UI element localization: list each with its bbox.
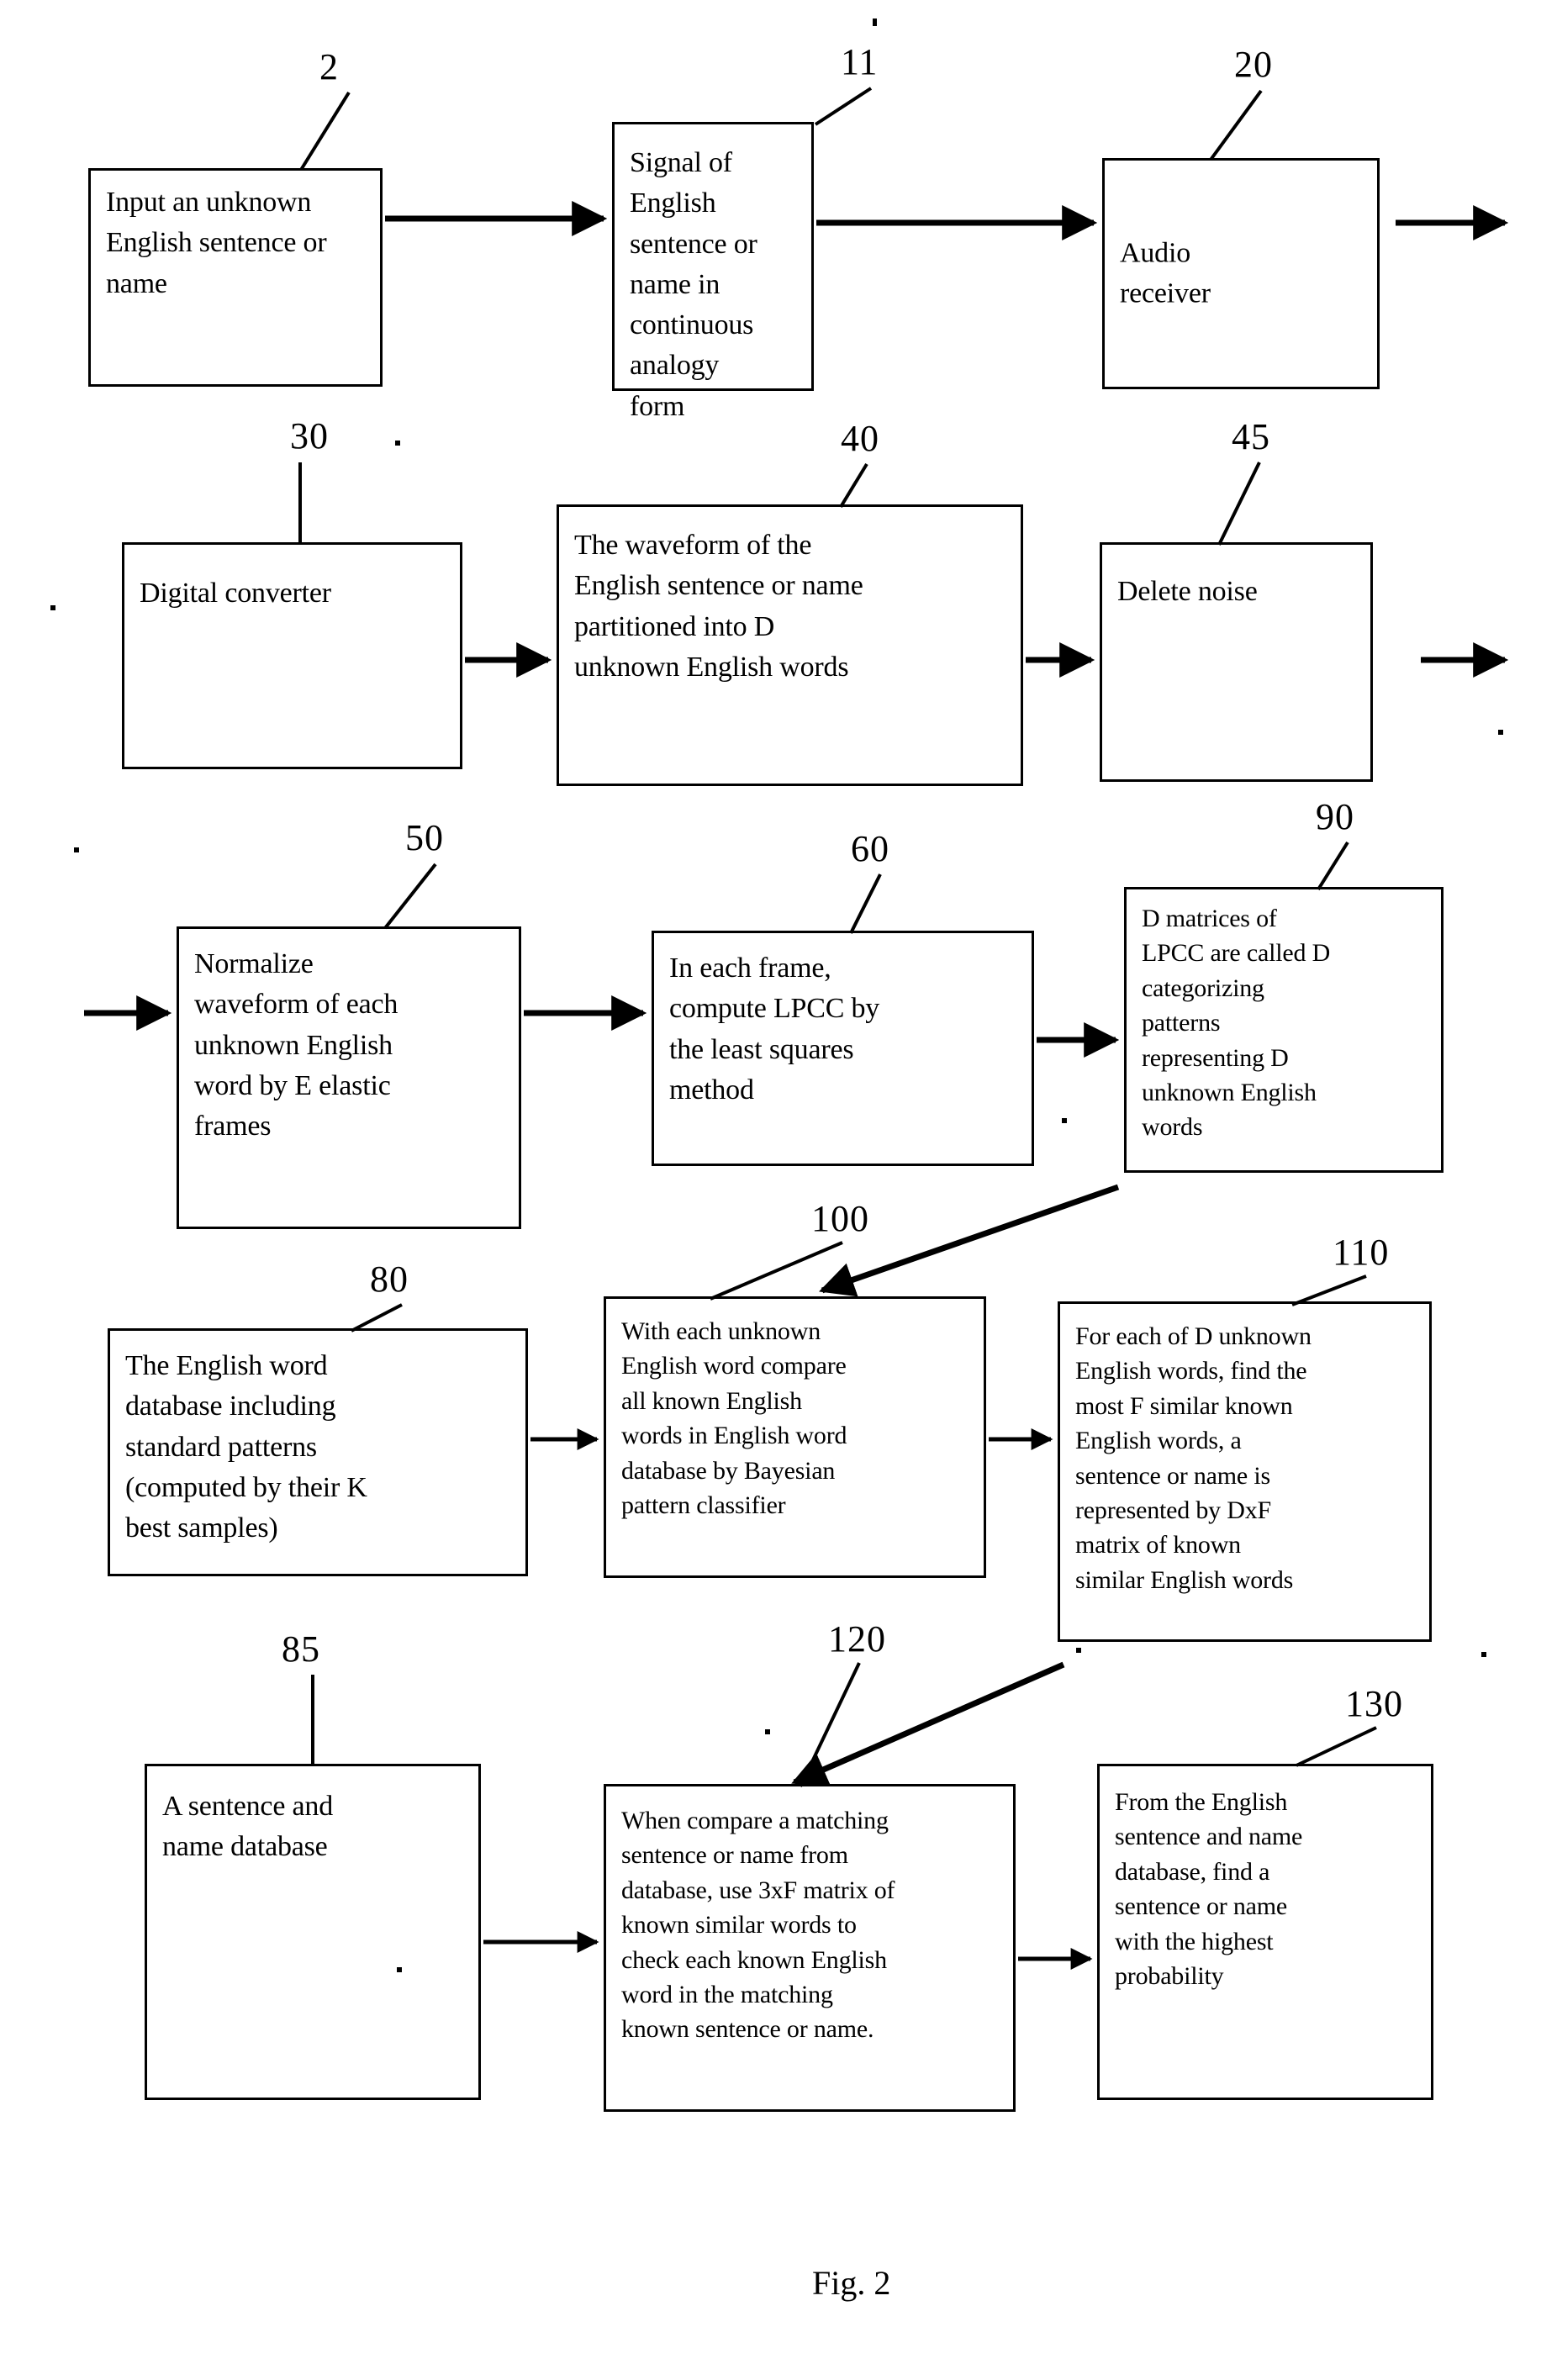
- flow-box-130-text: From the English sentence and name datab…: [1115, 1788, 1303, 1990]
- flow-box-11-text: Signal of English sentence or name in co…: [630, 147, 757, 422]
- flow-box-60: In each frame, compute LPCC by the least…: [652, 931, 1034, 1166]
- flow-box-2-text: Input an unknown English sentence or nam…: [106, 187, 327, 299]
- ref-label-40: 40: [841, 418, 879, 459]
- scan-speck: [395, 441, 400, 446]
- ref-label-120: 120: [828, 1618, 886, 1660]
- scan-speck: [397, 1967, 402, 1972]
- leader-20: [1209, 89, 1263, 161]
- ref-label-11: 11: [841, 41, 879, 82]
- leader-11: [814, 87, 873, 126]
- leader-90: [1317, 841, 1349, 891]
- flow-box-110-text: For each of D unknown English words, fin…: [1075, 1322, 1312, 1594]
- leader-60: [849, 873, 882, 934]
- leader-120: [799, 1662, 861, 1787]
- leader-130: [1296, 1726, 1377, 1767]
- scan-speck: [873, 18, 877, 26]
- ref-label-60: 60: [851, 828, 889, 869]
- flow-box-20: Audio receiver: [1102, 158, 1380, 389]
- flow-box-90: D matrices of LPCC are called D categori…: [1124, 887, 1444, 1173]
- flow-box-40-text: The waveform of the English sentence or …: [574, 530, 863, 683]
- leader-100: [710, 1241, 843, 1301]
- ref-label-20: 20: [1234, 44, 1273, 85]
- scan-speck: [1498, 730, 1503, 735]
- scan-speck: [74, 847, 79, 852]
- ref-label-100: 100: [811, 1198, 869, 1239]
- ref-label-85: 85: [282, 1628, 320, 1670]
- leader-45: [1217, 462, 1261, 546]
- flow-box-2: Input an unknown English sentence or nam…: [88, 168, 383, 387]
- leader-2: [299, 91, 351, 172]
- ref-label-110: 110: [1333, 1232, 1390, 1273]
- flow-box-45-text: Delete noise: [1117, 576, 1258, 607]
- scan-speck: [765, 1729, 770, 1734]
- leader-110: [1291, 1274, 1367, 1306]
- ref-label-90: 90: [1316, 796, 1354, 837]
- ref-label-2: 2: [319, 46, 339, 87]
- ref-label-30: 30: [290, 415, 329, 456]
- leader-40: [839, 462, 868, 509]
- flow-box-50-text: Normalize waveform of each unknown Engli…: [194, 948, 398, 1143]
- flow-box-120: When compare a matching sentence or name…: [604, 1784, 1016, 2112]
- leader-50: [383, 863, 437, 930]
- scan-speck: [50, 605, 55, 610]
- flow-box-30: Digital converter: [122, 542, 462, 769]
- flow-box-60-text: In each frame, compute LPCC by the least…: [669, 953, 880, 1106]
- flow-box-11: Signal of English sentence or name in co…: [612, 122, 814, 422]
- scan-speck: [1481, 1652, 1486, 1657]
- flow-box-80-text: The English word database including stan…: [125, 1350, 367, 1544]
- flow-box-90-text: D matrices of LPCC are called D categori…: [1142, 905, 1331, 1142]
- flow-box-85-text: A sentence and name database: [162, 1791, 334, 1863]
- figure-canvas: Input an unknown English sentence or nam…: [0, 0, 1557, 2380]
- flow-box-20-text: Audio receiver: [1120, 237, 1211, 309]
- figure-caption: Fig. 2: [812, 2264, 891, 2302]
- scan-speck: [1076, 1648, 1081, 1653]
- leader-80: [351, 1303, 403, 1332]
- flow-box-85: A sentence and name database: [145, 1764, 481, 2100]
- ref-label-45: 45: [1232, 416, 1270, 457]
- flow-box-50: Normalize waveform of each unknown Engli…: [177, 926, 521, 1229]
- ref-label-130: 130: [1345, 1683, 1403, 1724]
- ref-label-80: 80: [370, 1259, 409, 1300]
- flow-box-80: The English word database including stan…: [108, 1328, 528, 1576]
- flow-box-40: The waveform of the English sentence or …: [557, 504, 1023, 786]
- ref-label-50: 50: [405, 817, 444, 858]
- flow-box-30-text: Digital converter: [140, 578, 331, 609]
- flow-box-100-text: With each unknown English word compare a…: [621, 1317, 847, 1519]
- flow-box-100: With each unknown English word compare a…: [604, 1296, 986, 1578]
- flow-box-110: For each of D unknown English words, fin…: [1058, 1301, 1432, 1642]
- flow-box-130: From the English sentence and name datab…: [1097, 1764, 1433, 2100]
- flow-box-120-text: When compare a matching sentence or name…: [621, 1807, 895, 2044]
- flow-box-45: Delete noise: [1100, 542, 1373, 782]
- arrow-110-to-120: [791, 1661, 1065, 1786]
- scan-speck: [1062, 1118, 1067, 1123]
